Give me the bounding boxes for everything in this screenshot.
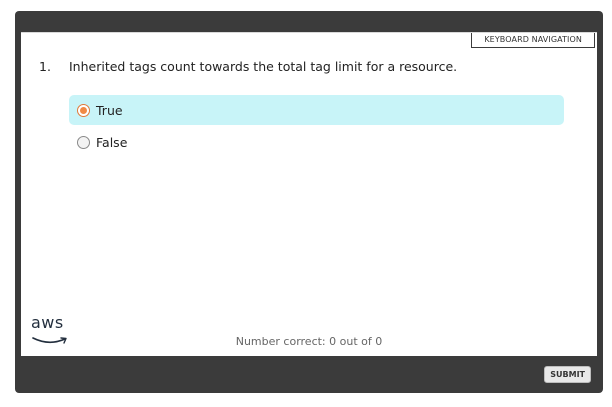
option-false[interactable]: False — [69, 127, 564, 157]
answer-options: True False — [69, 95, 564, 159]
quiz-content: KEYBOARD NAVIGATION 1. Inherited tags co… — [21, 32, 597, 356]
submit-button[interactable]: SUBMIT — [544, 366, 591, 383]
option-true[interactable]: True — [69, 95, 564, 125]
question: 1. Inherited tags count towards the tota… — [39, 59, 457, 74]
score-text: Number correct: 0 out of 0 — [235, 335, 383, 348]
radio-checked-icon[interactable] — [77, 103, 90, 117]
aws-logo-text: aws — [31, 313, 64, 332]
radio-unchecked-icon[interactable] — [77, 135, 90, 149]
quiz-frame: KEYBOARD NAVIGATION 1. Inherited tags co… — [15, 11, 603, 393]
question-text: Inherited tags count towards the total t… — [68, 59, 458, 74]
question-number: 1. — [39, 59, 51, 74]
keyboard-navigation-button[interactable]: KEYBOARD NAVIGATION — [471, 33, 595, 48]
option-label: True — [96, 102, 123, 118]
option-label: False — [96, 134, 128, 150]
